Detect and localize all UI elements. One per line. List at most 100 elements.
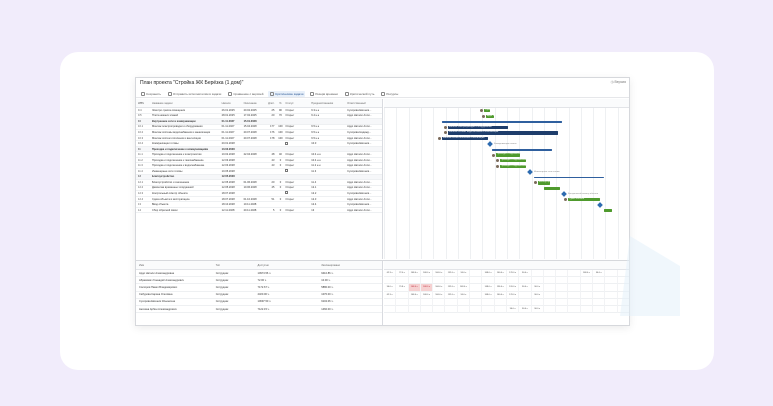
gantt-bar[interactable]: [492, 148, 552, 151]
task-cell-id: 11: [138, 147, 141, 151]
resource-load-cell: 168.0 ч: [408, 291, 421, 299]
resource-load-cell: [593, 305, 606, 314]
task-cell-start: 26.01.2025: [221, 108, 235, 112]
milestone-checkbox[interactable]: [285, 191, 289, 195]
toolbar-button-1[interactable]: Отправить исполнителям в задачи: [166, 91, 223, 97]
task-cell-end: 20.11.2028: [243, 208, 257, 212]
task-cell-status: Открыт: [285, 208, 295, 212]
resource-column-header-2[interactable]: Доступно: [258, 264, 322, 267]
resource-cell-plan: 10.00 ч.: [321, 278, 331, 282]
task-cell-end: 01.06.2028: [243, 180, 257, 184]
column-header-3[interactable]: Окончание: [244, 102, 266, 105]
resource-load-cell: [506, 298, 520, 306]
resource-load-cell: [384, 305, 397, 314]
column-header-7[interactable]: Предшественники: [311, 102, 347, 105]
resource-column-header-1[interactable]: Тип: [216, 264, 258, 267]
gantt-bar[interactable]: [442, 121, 562, 123]
gantt-chart[interactable]: Сухорова Евгения ИльиничнаАрдо Натали Ал…: [384, 99, 629, 259]
milestone-checkbox[interactable]: [285, 169, 289, 173]
resource-row[interactable]: Сабурова Карина Олеговна Сотрудник 4320.00…: [136, 292, 382, 299]
toolbar-button-6[interactable]: Ресурсы: [379, 91, 400, 97]
resource-cell-type: Сотрудник: [215, 300, 229, 304]
toolbar-button-label: Сохранить: [146, 91, 161, 96]
compare-icon: [228, 91, 233, 96]
toolbar-button-0[interactable]: Сохранить: [139, 91, 163, 97]
resource-cell-avail: 72.00 ч.: [257, 278, 267, 282]
task-cell-start: 10.05.2028: [221, 169, 235, 173]
task-cell-name: Проходка и подключение к электросетям: [151, 153, 202, 157]
milestone-diamond[interactable]: [487, 141, 493, 147]
resource-load-cell: 160.0 ч: [494, 270, 507, 278]
resource-load-cell: 96.0 ч: [531, 284, 544, 292]
gantt-bar[interactable]: Монтаж электропроводки и оборудования: [448, 125, 508, 130]
gantt-bar[interactable]: Проходка и подключение: [500, 159, 526, 163]
send-icon: [167, 91, 172, 96]
resource-load-cell: [396, 305, 409, 314]
column-header-1[interactable]: Название задачи: [150, 102, 222, 105]
resource-row[interactable]: Анохина Арбен Александрович Сотрудник 7122…: [136, 306, 382, 314]
resource-column-header-3[interactable]: Запланировано: [321, 264, 382, 267]
milestone-diamond[interactable]: [561, 191, 567, 197]
resource-column-header-0[interactable]: Имя: [136, 264, 216, 267]
gantt-bar[interactable]: Сухорова Евгения Ильинична: [484, 109, 490, 113]
toolbar-button-3[interactable]: Критические задачи: [268, 90, 306, 97]
resource-load-cell: [396, 277, 409, 285]
gantt-bar[interactable]: Проходка и подключение: [496, 153, 520, 157]
toolbar-button-2[interactable]: Сравнение с версией: [226, 91, 265, 97]
column-header-5[interactable]: %: [275, 102, 285, 105]
gantt-bar[interactable]: [604, 209, 612, 213]
resource-load-cell: 160.0 ч: [494, 291, 507, 299]
toolbar-button-4[interactable]: Резерв времени: [308, 91, 340, 97]
toolbar-button-label: Отправить исполнителям в задачи: [172, 91, 222, 96]
milestone-diamond[interactable]: [597, 202, 603, 209]
version-link[interactable]: ◷ Версия: [611, 80, 626, 84]
gantt-bar[interactable]: Проходка и подключение: [500, 164, 526, 168]
gantt-bar[interactable]: Ардо Натали Александровна: [486, 114, 494, 118]
task-cell-status: Открыт: [285, 114, 295, 118]
gantt-bar[interactable]: Благоустройство и озеленение: [538, 181, 550, 185]
assignee-avatar: [564, 198, 567, 202]
resource-load-cell: 168.0 ч: [420, 291, 434, 299]
resource-grid-header: Имя Тип Доступно Запланировано: [136, 261, 382, 270]
task-cell-name: Внутренние сети и коммуникации: [151, 119, 196, 123]
resource-cell-plan: 9410.86 ч.: [321, 271, 334, 275]
resource-cell-avail: 10974.56 ч.: [257, 271, 272, 275]
gantt-bar[interactable]: Сдача объекта: [568, 197, 600, 202]
task-row[interactable]: 14 Сбор обратной связи 12.11.2028 20.11.202…: [136, 208, 382, 214]
column-header-4[interactable]: Длит.: [265, 102, 275, 105]
column-header-6[interactable]: Статус: [285, 102, 311, 105]
column-header-2[interactable]: Начало: [222, 102, 244, 105]
task-cell-dur: 45: [271, 186, 275, 190]
task-cell-pred: 10.4 н.н: [311, 158, 321, 162]
gantt-bar[interactable]: Монтаж системы водоснабжения и канализац…: [448, 131, 558, 135]
task-cell-owner: Ардо Натали Алли...: [347, 180, 372, 184]
toolbar-button-5[interactable]: Критический путь: [343, 91, 376, 97]
toolbar-button-label: Критические задачи: [275, 91, 304, 96]
resource-row[interactable]: Сокторов Павел Владимирович Сотрудник 7172…: [136, 284, 382, 292]
gantt-bar[interactable]: Монтаж систем отопления и вентиляции: [442, 136, 488, 141]
path-icon: [344, 91, 349, 96]
resource-grid-body: Ардо Натали Александровна Сотрудник 10974.…: [136, 270, 382, 314]
task-cell-owner: Ардо Натали Алли...: [347, 197, 372, 201]
column-header-8[interactable]: Ответственный: [347, 102, 382, 105]
resource-row[interactable]: Ардо Натали Александровна Сотрудник 10974.…: [136, 270, 382, 278]
resource-load-cell: [568, 291, 581, 299]
milestone-checkbox[interactable]: [285, 141, 289, 145]
task-cell-id: 11.3: [138, 164, 143, 168]
resource-load-cell: 96.0 ч: [519, 305, 532, 314]
resource-row[interactable]: Абрамович Геннадий Александрович Сотрудни…: [136, 277, 382, 285]
task-cell-pred: 11.2 н.н: [311, 164, 321, 168]
resource-load-cell: [470, 305, 483, 314]
resource-row[interactable]: Сухорова Евгения Ильинична Сотрудник 10697…: [136, 299, 382, 306]
resource-load-cell: 62.3 ч: [384, 291, 397, 299]
task-cell-status: Открыт: [285, 186, 295, 190]
resource-cell-name: Сабурова Карина Олеговна: [139, 293, 173, 297]
column-header-0[interactable]: WBS: [136, 102, 150, 105]
resource-cell-avail: 7122.15 ч.: [257, 307, 270, 311]
resource-load-cell: [556, 277, 569, 285]
resource-load-cell: [568, 298, 581, 306]
gantt-bar[interactable]: [544, 186, 560, 191]
task-cell-end: 10.06.2028: [243, 186, 257, 190]
resource-cell-plan: 1460.00 ч.: [321, 307, 334, 311]
task-cell-status: Открыт: [285, 153, 295, 157]
